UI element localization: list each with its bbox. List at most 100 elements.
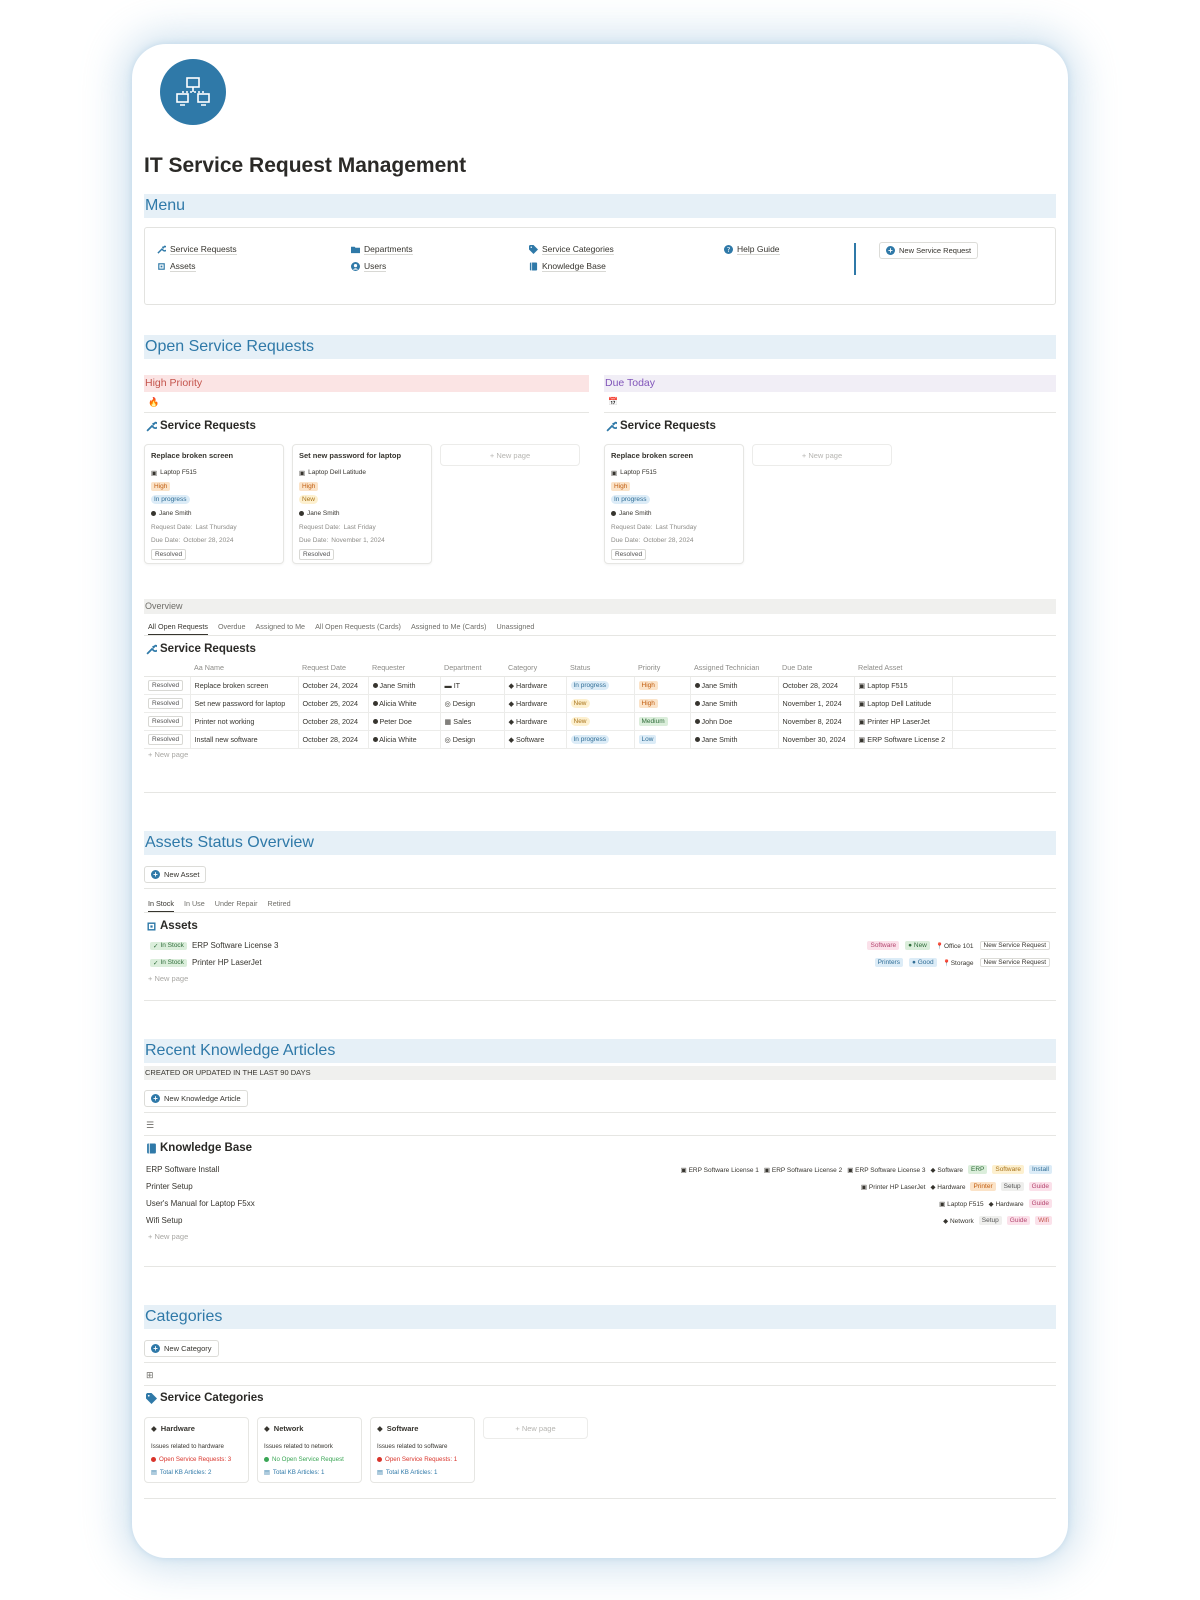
table-row[interactable]: Resolved Printer not working October 28,… bbox=[144, 712, 1056, 731]
high-priority-heading: High Priority bbox=[144, 375, 589, 392]
category-card[interactable]: ◆ Network Issues related to network No Op… bbox=[257, 1417, 362, 1483]
new-page-button[interactable]: + New page bbox=[148, 750, 188, 759]
col-status[interactable]: Status bbox=[566, 660, 634, 677]
menu-service-categories[interactable]: Service Categories bbox=[529, 244, 614, 255]
gallery-view-icon[interactable]: ⊞ bbox=[146, 1370, 154, 1381]
table-row[interactable]: Resolved Set new password for laptop Oct… bbox=[144, 694, 1056, 713]
new-service-request-button[interactable]: New Service Request bbox=[979, 958, 1050, 967]
menu-knowledge-base[interactable]: Knowledge Base bbox=[529, 261, 606, 272]
tag-icon: ◆ bbox=[377, 1424, 383, 1433]
divider bbox=[144, 912, 1056, 913]
resolved-button[interactable]: Resolved bbox=[148, 733, 184, 745]
cell-requester: Peter Doe bbox=[368, 712, 441, 731]
cell-department: ▦ Sales bbox=[440, 712, 505, 731]
condition-tag: ● Good bbox=[908, 958, 937, 967]
new-page-button[interactable]: + New page bbox=[440, 444, 580, 466]
request-card[interactable]: Set new password for laptop ▣ Laptop Dell… bbox=[292, 444, 432, 564]
menu-service-requests[interactable]: Service Requests bbox=[157, 244, 237, 255]
list-item[interactable]: ✓ In Stock ERP Software License 3 Softwa… bbox=[150, 938, 1050, 953]
col-priority[interactable]: Priority bbox=[634, 660, 690, 677]
tag: Guide bbox=[1006, 1216, 1031, 1225]
open-requests-count: Open Service Requests: 1 bbox=[377, 1453, 468, 1466]
status-badge: ✓ In Stock bbox=[150, 958, 187, 967]
tab-retired[interactable]: Retired bbox=[268, 899, 291, 913]
resolved-button[interactable]: Resolved bbox=[148, 697, 184, 709]
tab-all-open-requests[interactable]: All Open Requests bbox=[148, 622, 208, 636]
resolved-button[interactable]: Resolved bbox=[148, 715, 184, 727]
col-name[interactable]: Aa Name bbox=[190, 660, 298, 677]
request-card[interactable]: Replace broken screen ▣ Laptop F515 High … bbox=[144, 444, 284, 564]
category-card[interactable]: ◆ Hardware Issues related to hardware Ope… bbox=[144, 1417, 249, 1483]
col-technician[interactable]: Assigned Technician bbox=[690, 660, 778, 677]
new-page-button[interactable]: + New page bbox=[148, 1232, 188, 1241]
list-view-icon[interactable]: ☰ bbox=[146, 1120, 154, 1131]
cell-priority: High bbox=[634, 694, 691, 713]
tab-assigned-to-me-cards[interactable]: Assigned to Me (Cards) bbox=[411, 622, 487, 636]
new-service-request-button[interactable]: + New Service Request bbox=[879, 242, 979, 259]
menu-users[interactable]: Users bbox=[351, 261, 387, 272]
status-tag: In progress bbox=[151, 495, 190, 505]
knowledge-db-title: Knowledge Base bbox=[146, 1142, 252, 1154]
col-department[interactable]: Department bbox=[440, 660, 504, 677]
list-item[interactable]: ERP Software Install ▣ ERP Software Lice… bbox=[146, 1162, 1052, 1177]
cell-asset: ▣ Laptop Dell Latitude bbox=[854, 694, 953, 713]
col-request-date[interactable]: Request Date bbox=[298, 660, 368, 677]
tab-assigned-to-me[interactable]: Assigned to Me bbox=[256, 622, 306, 636]
table-row[interactable]: Resolved Replace broken screen October 2… bbox=[144, 676, 1056, 695]
tab-unassigned[interactable]: Unassigned bbox=[496, 622, 534, 636]
list-item[interactable]: Printer Setup ▣ Printer HP LaserJet ◆ Ha… bbox=[146, 1179, 1052, 1194]
plus-icon: + bbox=[151, 1344, 160, 1353]
cell-name[interactable]: Replace broken screen bbox=[190, 676, 299, 695]
list-item[interactable]: ✓ In Stock Printer HP LaserJet Printers … bbox=[150, 955, 1050, 970]
asset-link: ▣ ERP Software License 1 bbox=[680, 1166, 759, 1174]
article-name: ERP Software Install bbox=[146, 1165, 220, 1174]
tab-in-use[interactable]: In Use bbox=[184, 899, 205, 913]
tab-in-stock[interactable]: In Stock bbox=[148, 899, 174, 913]
menu-departments[interactable]: Departments bbox=[351, 244, 413, 255]
divider bbox=[144, 1000, 1056, 1001]
cell-technician: Jane Smith bbox=[690, 694, 779, 713]
new-knowledge-article-button[interactable]: + New Knowledge Article bbox=[144, 1090, 248, 1107]
cell-name[interactable]: Set new password for laptop bbox=[190, 694, 299, 713]
category-card[interactable]: ◆ Software Issues related to software Ope… bbox=[370, 1417, 475, 1483]
col-due-date[interactable]: Due Date bbox=[778, 660, 854, 677]
network-icon bbox=[160, 59, 226, 125]
tab-all-open-requests-cards[interactable]: All Open Requests (Cards) bbox=[315, 622, 401, 636]
cell-name[interactable]: Install new software bbox=[190, 730, 299, 749]
due-date-label: Due Date: bbox=[151, 537, 181, 545]
resolved-button[interactable]: Resolved bbox=[148, 679, 184, 691]
request-card[interactable]: Replace broken screen ▣ Laptop F515 High … bbox=[604, 444, 744, 564]
list-item[interactable]: User's Manual for Laptop F5xx ▣ Laptop F… bbox=[146, 1196, 1052, 1211]
wrench-icon bbox=[146, 421, 157, 432]
resolved-button[interactable]: Resolved bbox=[151, 548, 187, 560]
article-name: Wifi Setup bbox=[146, 1216, 183, 1225]
new-page-button[interactable]: + New page bbox=[148, 974, 188, 983]
open-requests-heading: Open Service Requests bbox=[144, 335, 1056, 359]
plus-icon: + bbox=[151, 870, 160, 879]
card-title: Set new password for laptop bbox=[299, 451, 402, 460]
new-page-button[interactable]: + New page bbox=[752, 444, 892, 466]
col-requester[interactable]: Requester bbox=[368, 660, 440, 677]
menu-help-guide[interactable]: ? Help Guide bbox=[724, 244, 780, 255]
menu-assets[interactable]: Assets bbox=[157, 261, 196, 272]
resolved-button[interactable]: Resolved bbox=[299, 548, 335, 560]
cell-name[interactable]: Printer not working bbox=[190, 712, 299, 731]
status-dot bbox=[377, 1457, 382, 1462]
new-service-request-button[interactable]: New Service Request bbox=[979, 941, 1050, 950]
tab-under-repair[interactable]: Under Repair bbox=[215, 899, 258, 913]
new-category-button[interactable]: + New Category bbox=[144, 1340, 219, 1357]
list-item[interactable]: Wifi Setup ◆ Network Setup Guide Wifi bbox=[146, 1213, 1052, 1228]
col-extra bbox=[952, 660, 1056, 677]
card-asset: Laptop F515 bbox=[620, 469, 657, 477]
col-related-asset[interactable]: Related Asset bbox=[854, 660, 952, 677]
cell-technician: Jane Smith bbox=[690, 676, 779, 695]
category-name: Software bbox=[386, 1424, 419, 1433]
col-category[interactable]: Category bbox=[504, 660, 566, 677]
new-asset-button[interactable]: + New Asset bbox=[144, 866, 207, 883]
plus-icon: + bbox=[151, 1094, 160, 1103]
table-row[interactable]: Resolved Install new software October 28… bbox=[144, 730, 1056, 749]
resolved-button[interactable]: Resolved bbox=[611, 548, 647, 560]
cell-request-date: October 28, 2024 bbox=[298, 730, 369, 749]
new-page-button[interactable]: + New page bbox=[483, 1417, 588, 1439]
tab-overdue[interactable]: Overdue bbox=[218, 622, 246, 636]
